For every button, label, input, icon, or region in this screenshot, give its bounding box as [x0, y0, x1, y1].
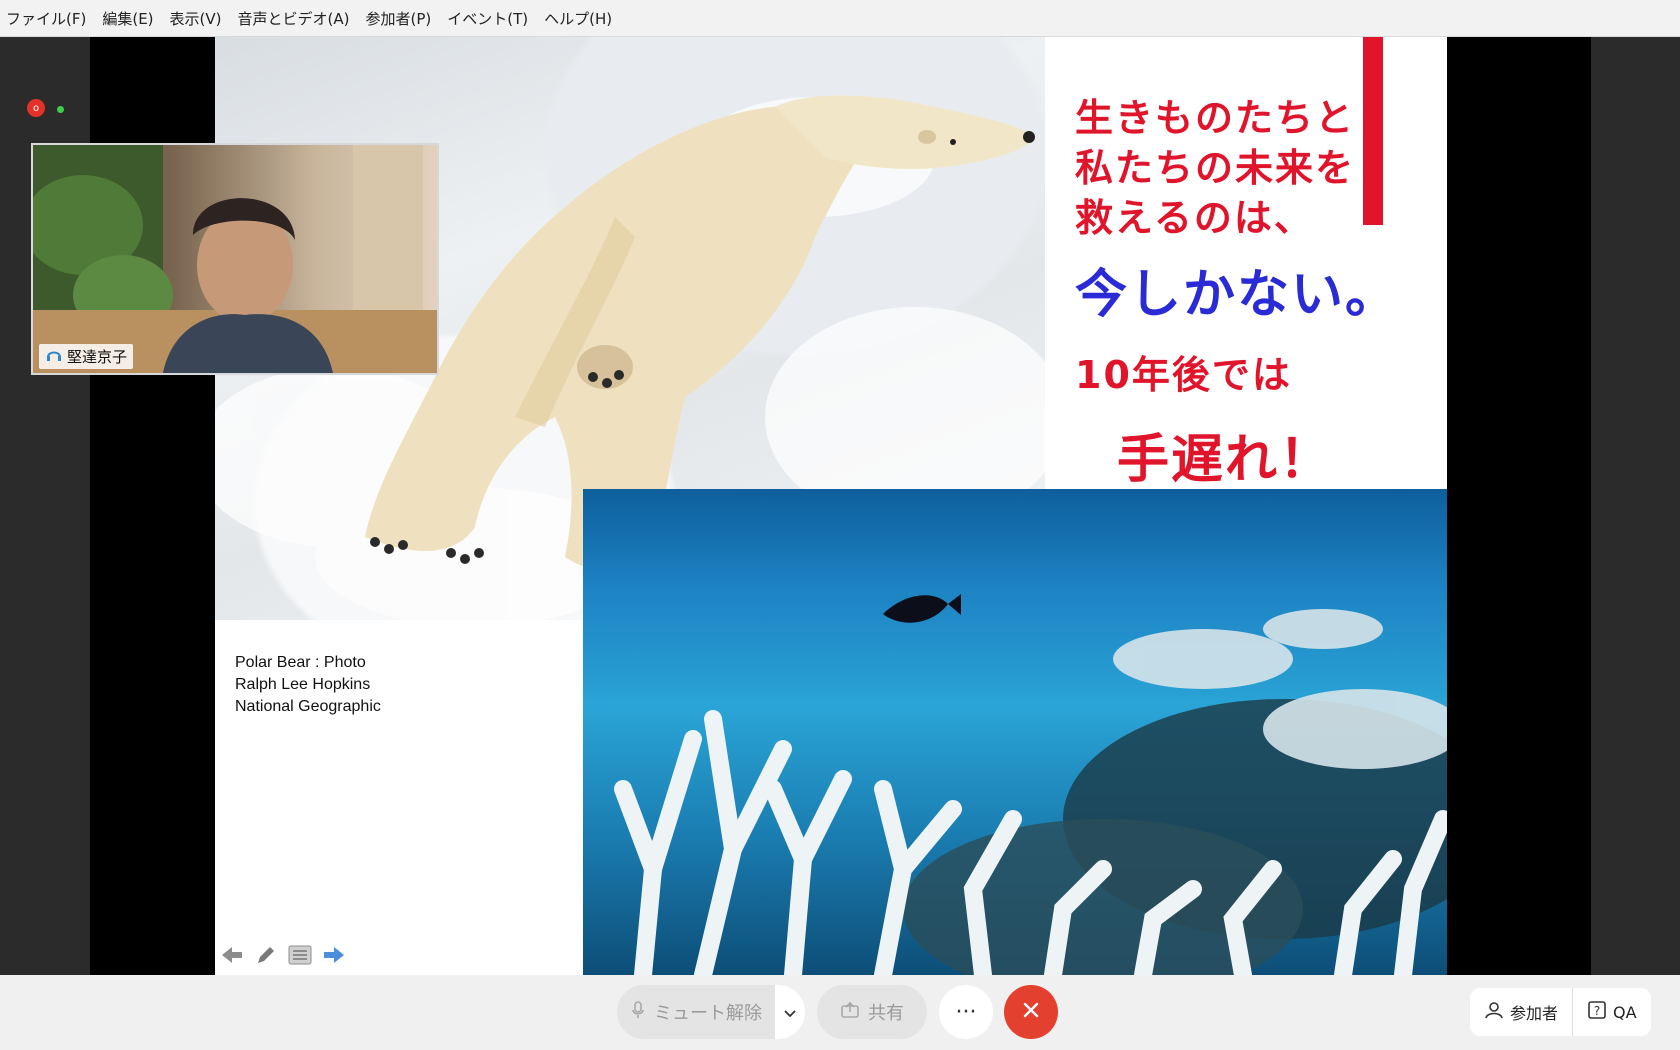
menu-file[interactable]: ファイル(F): [6, 8, 86, 29]
menu-view[interactable]: 表示(V): [170, 8, 222, 29]
slide-accent-bar: [1363, 37, 1383, 225]
participants-button[interactable]: 参加者: [1470, 988, 1572, 1036]
qa-label: QA: [1613, 1002, 1637, 1022]
participants-label: 参加者: [1510, 1004, 1559, 1023]
slide-line-2: 私たちの未来を: [1075, 146, 1356, 190]
menu-icon[interactable]: [287, 943, 313, 967]
recording-icon: o: [27, 99, 45, 117]
live-status-icon: [57, 106, 64, 113]
credit-line-2: Ralph Lee Hopkins: [235, 676, 371, 693]
menu-help[interactable]: ヘルプ(H): [544, 8, 612, 29]
slide-line-4: 今しかない。: [1075, 265, 1400, 325]
microphone-icon: [630, 1000, 646, 1025]
stage-letterbox-right: [1447, 37, 1591, 975]
arrow-left-icon[interactable]: [219, 943, 245, 967]
leave-button[interactable]: [1004, 985, 1058, 1039]
participant-name-tag: 堅達京子: [39, 344, 134, 369]
svg-text:?: ?: [1594, 1004, 1600, 1018]
participant-name: 堅達京子: [67, 348, 128, 366]
participant-video-feed: [33, 145, 437, 373]
qa-button[interactable]: ? QA: [1572, 988, 1651, 1036]
menu-audio-video[interactable]: 音声とビデオ(A): [238, 8, 350, 29]
slide-line-5: 10年後では: [1075, 353, 1292, 397]
person-icon: [1484, 1000, 1504, 1024]
headset-icon: [45, 347, 63, 367]
menu-edit[interactable]: 編集(E): [102, 8, 153, 29]
presentation-stage: 生きものたちと 私たちの未来を 救えるのは、 今しかない。 10年後では 手遅れ…: [1, 37, 1591, 975]
menu-participants[interactable]: 参加者(P): [365, 8, 431, 29]
unmute-label: ミュート解除: [654, 1003, 762, 1024]
share-label: 共有: [868, 1003, 904, 1024]
slide-controls: [219, 943, 347, 967]
credit-line-3: National Geographic: [235, 698, 381, 715]
share-icon: [840, 1001, 860, 1024]
photo-credit: Polar Bear : Photo Ralph Lee Hopkins Nat…: [235, 652, 381, 718]
slide-line-6: 手遅れ！: [1117, 430, 1334, 490]
coral-reef-illustration: [614, 594, 1447, 975]
question-icon: ?: [1587, 1000, 1607, 1024]
slide-line-1: 生きものたちと: [1075, 96, 1356, 140]
panel-buttons: 参加者 ? QA: [1470, 988, 1651, 1036]
slide-line-3: 救えるのは、: [1075, 196, 1314, 240]
credit-line-1: Polar Bear : Photo: [235, 654, 366, 671]
chevron-down-icon: [784, 1002, 796, 1023]
pen-icon[interactable]: [253, 943, 279, 967]
more-options-button[interactable]: ···: [939, 985, 993, 1039]
arrow-right-icon[interactable]: [321, 943, 347, 967]
coral-reef-photo: [583, 489, 1447, 975]
share-button[interactable]: 共有: [817, 985, 927, 1039]
unmute-button[interactable]: ミュート解除: [617, 985, 775, 1039]
more-options-label: ···: [955, 999, 977, 1025]
participant-video[interactable]: 堅達京子: [31, 143, 439, 375]
menu-event[interactable]: イベント(T): [447, 8, 528, 29]
close-icon: [1022, 1001, 1040, 1023]
menu-bar: ファイル(F) 編集(E) 表示(V) 音声とビデオ(A) 参加者(P) イベン…: [0, 0, 1680, 37]
